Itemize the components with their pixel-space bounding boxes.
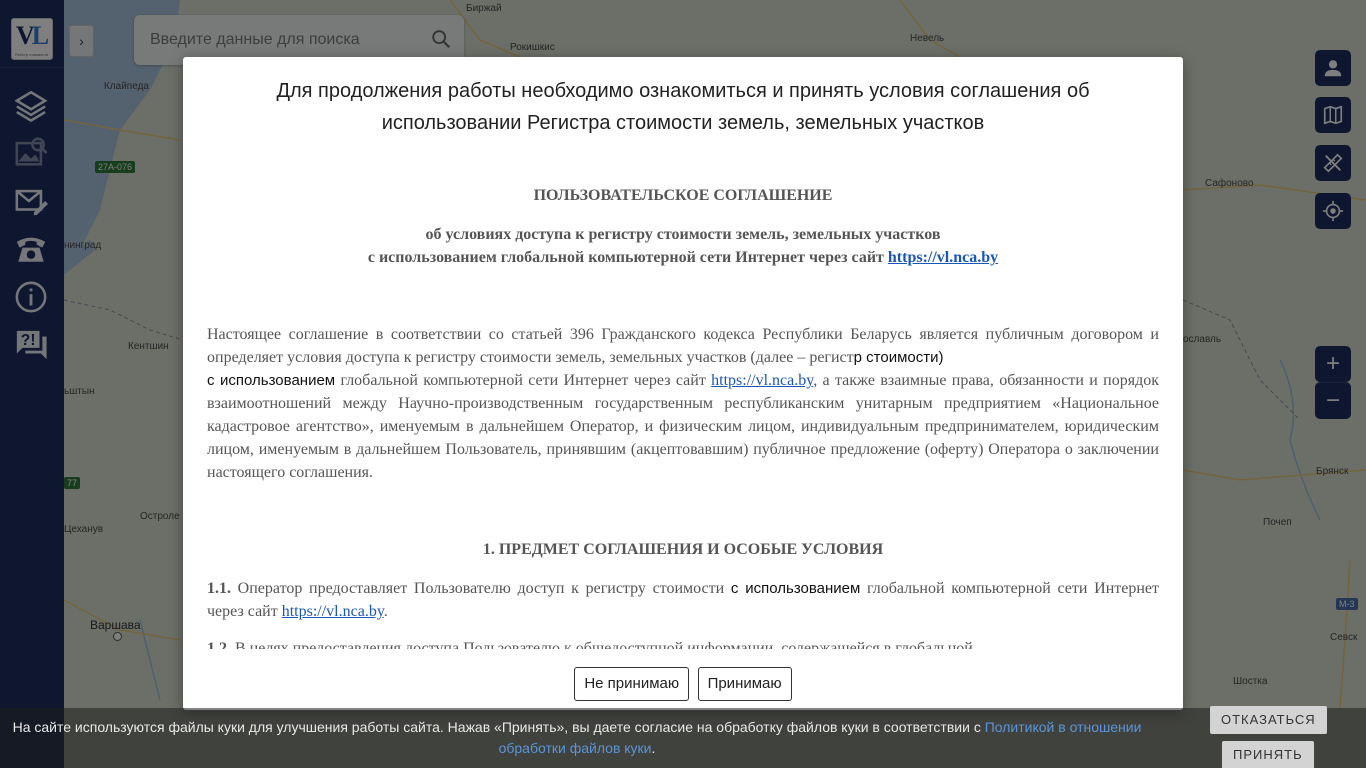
agreement-subheading-2: с использованием глобальной компьютерной… [367, 249, 999, 266]
agreement-subheading: об условиях доступа к регистру стоимости… [425, 226, 941, 243]
cookie-text: На сайте используются файлы куки для улу… [12, 719, 1142, 756]
agreement-text-scroll[interactable]: ПОЛЬЗОВАТЕЛЬСКОЕ СОГЛАШЕНИЕ об условиях … [207, 177, 1159, 649]
modal-actions: Не принимаю Принимаю [183, 667, 1183, 701]
agreement-heading: ПОЛЬЗОВАТЕЛЬСКОЕ СОГЛАШЕНИЕ [533, 187, 833, 204]
decline-agreement-button[interactable]: Не принимаю [574, 667, 690, 701]
agreement-intro: Настоящее соглашение в соответствии со с… [207, 326, 1159, 481]
accept-agreement-button[interactable]: Принимаю [697, 667, 792, 701]
agreement-modal: Для продолжения работы необходимо ознако… [183, 57, 1183, 710]
site-link[interactable]: https://vl.nca.by [888, 249, 998, 266]
clause-1-1: 1.1. Оператор предоставляет Пользователю… [207, 580, 1159, 620]
section-1-title: 1. ПРЕДМЕТ СОГЛАШЕНИЯ И ОСОБЫЕ УСЛОВИЯ [482, 541, 884, 558]
modal-title: Для продолжения работы необходимо ознако… [276, 80, 1090, 134]
site-link[interactable]: https://vl.nca.by [711, 372, 813, 389]
clause-1-2: 1.2. В целях предоставления доступа Поль… [207, 640, 973, 649]
cookie-accept-button[interactable]: ПРИНЯТЬ [1222, 741, 1314, 768]
site-link[interactable]: https://vl.nca.by [282, 603, 384, 620]
cookie-decline-button[interactable]: ОТКАЗАТЬСЯ [1210, 706, 1327, 734]
cookie-banner: На сайте используются файлы куки для улу… [0, 706, 1366, 768]
